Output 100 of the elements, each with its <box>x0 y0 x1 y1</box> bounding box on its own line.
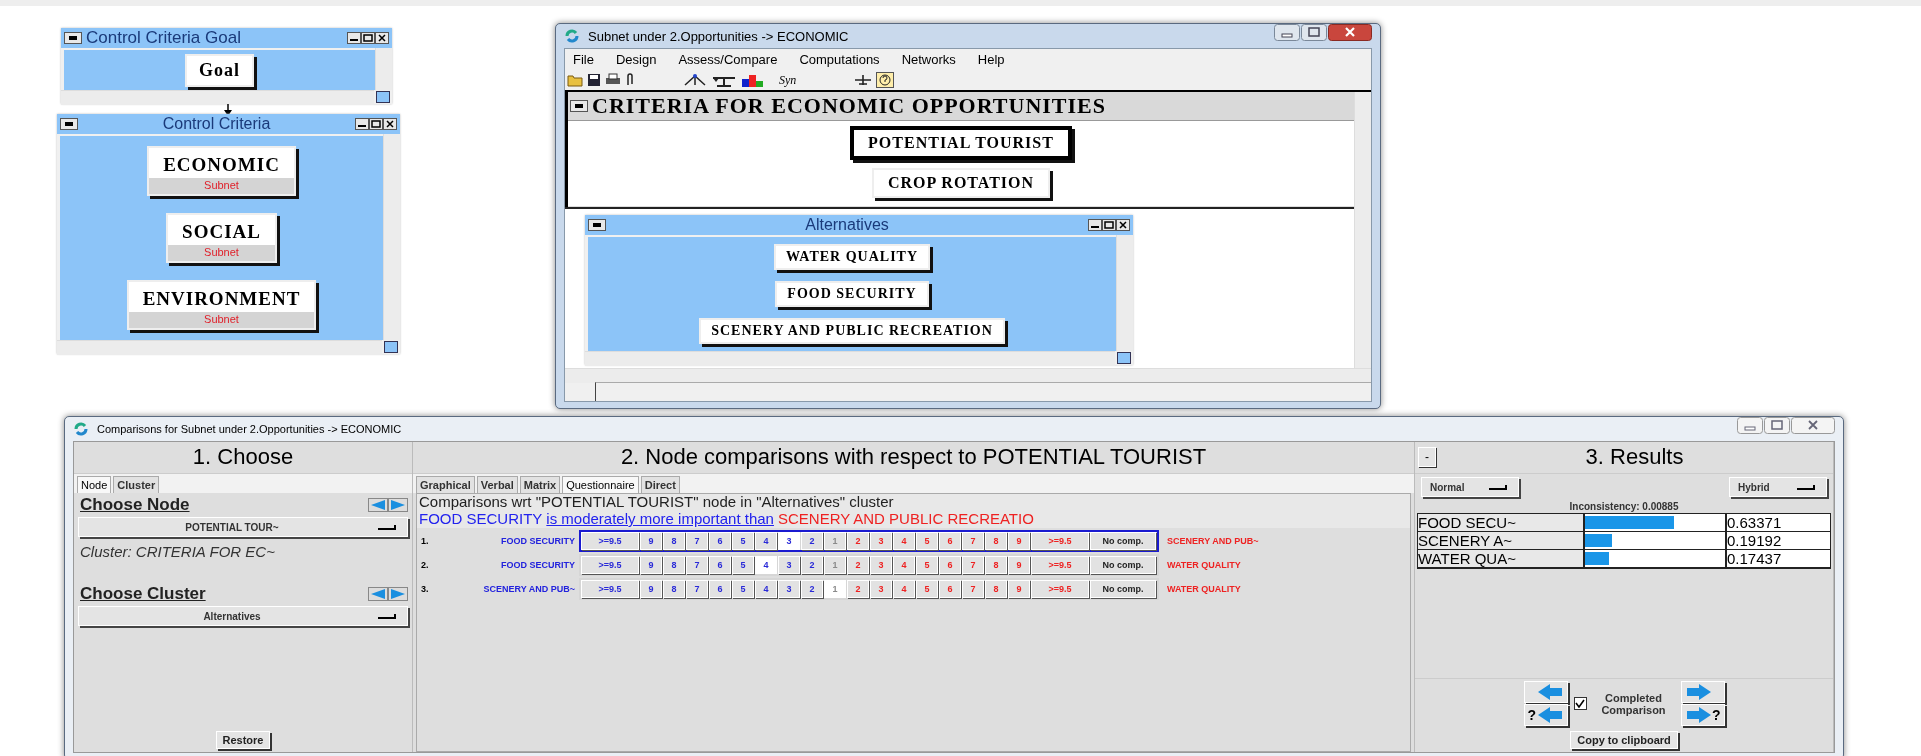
node-button[interactable]: CROP ROTATION <box>871 168 1051 198</box>
scale-cell[interactable]: 3 <box>778 580 800 598</box>
scale-cell[interactable]: >=9.5 <box>581 556 639 574</box>
scale-cell[interactable]: 2 <box>801 580 823 598</box>
checkmark-icon <box>1575 699 1585 708</box>
system-menu-icon[interactable] <box>588 219 606 231</box>
close-icon[interactable] <box>375 32 389 44</box>
close-icon[interactable] <box>1328 24 1372 41</box>
right-arrow-icon[interactable] <box>388 587 408 601</box>
node-button[interactable]: ECONOMIC Subnet <box>147 146 296 197</box>
scale-cell[interactable]: 1 <box>824 580 846 598</box>
tab[interactable]: Verbal <box>476 476 518 493</box>
arrow-button[interactable] <box>1680 681 1725 703</box>
maximize-icon[interactable] <box>1102 219 1116 231</box>
scale-cell[interactable]: 7 <box>686 556 708 574</box>
scale-cell[interactable]: 7 <box>686 580 708 598</box>
scale-cell[interactable]: 8 <box>663 580 685 598</box>
help-icon[interactable] <box>876 72 895 88</box>
tab[interactable]: Node <box>77 476 112 493</box>
dropdown[interactable]: Hybrid <box>1729 477 1827 497</box>
close-icon[interactable] <box>383 118 397 130</box>
dropdown[interactable]: Alternatives <box>78 606 408 626</box>
scale-cell[interactable]: 8 <box>663 532 685 550</box>
dropdown[interactable]: POTENTIAL TOUR~ <box>78 517 408 537</box>
close-icon[interactable] <box>1116 219 1130 231</box>
table-cell: SCENERY A~ <box>1418 532 1585 549</box>
minimize-icon[interactable] <box>355 118 369 130</box>
restore-button[interactable]: Restore <box>215 731 271 749</box>
maximize-icon[interactable] <box>369 118 383 130</box>
no-comparison-button[interactable]: No comp. <box>1090 532 1156 550</box>
left-arrow-icon[interactable] <box>368 587 388 601</box>
table-cell: FOOD SECU~ <box>1418 514 1585 531</box>
scale-cell[interactable]: 7 <box>686 532 708 550</box>
dropdown[interactable]: Normal <box>1421 477 1519 497</box>
system-menu-icon[interactable] <box>64 32 82 44</box>
minimize-icon[interactable] <box>347 32 361 44</box>
scale-cell[interactable]: 2 <box>801 556 823 574</box>
tab[interactable]: Matrix <box>519 476 561 493</box>
scale-cell[interactable]: 4 <box>755 556 777 574</box>
network-icon[interactable] <box>683 73 707 87</box>
bar-chart-icon[interactable] <box>741 73 765 87</box>
scale-cell[interactable]: 4 <box>755 580 777 598</box>
folder-icon[interactable] <box>567 73 583 87</box>
node-button[interactable]: SOCIAL Subnet <box>166 213 277 263</box>
resize-grip[interactable] <box>384 341 398 353</box>
checkbox[interactable] <box>1573 697 1587 710</box>
system-menu-icon[interactable] <box>60 118 78 130</box>
resize-grip[interactable] <box>1117 352 1131 364</box>
node-button[interactable]: Goal <box>185 53 254 87</box>
scale-cell[interactable]: >=9.5 <box>581 580 639 598</box>
menu-item[interactable]: Computations <box>799 52 880 67</box>
scale-cell[interactable]: 5 <box>732 556 754 574</box>
scale-cell[interactable]: 6 <box>709 532 731 550</box>
system-menu-icon[interactable] <box>570 100 588 112</box>
help-arrow-button[interactable]: ? <box>1523 704 1568 726</box>
right-arrow-icon[interactable] <box>388 498 408 512</box>
scale-cell[interactable]: 9 <box>640 556 662 574</box>
scale-cell[interactable]: 3 <box>778 556 800 574</box>
minimize-icon[interactable] <box>1088 219 1102 231</box>
menu-item[interactable]: Help <box>977 52 1005 67</box>
airplane-icon[interactable] <box>854 73 873 87</box>
scale-cell[interactable]: 2 <box>801 532 823 550</box>
node-button[interactable]: WATER QUALITY <box>773 244 931 271</box>
scale-cell[interactable]: 3 <box>778 532 800 550</box>
save-icon[interactable] <box>587 73 601 87</box>
tab[interactable]: Questionnaire <box>562 476 639 493</box>
scale-cell[interactable]: 4 <box>755 532 777 550</box>
scale-cell[interactable]: >=9.5 <box>581 532 639 550</box>
menu-item[interactable]: Networks <box>901 52 956 67</box>
menu-item[interactable]: Design <box>615 52 657 67</box>
maximize-icon[interactable] <box>361 32 375 44</box>
node-button[interactable]: SCENERY AND PUBLIC RECREATION <box>699 317 1005 344</box>
tab[interactable]: Graphical <box>416 476 475 493</box>
no-comparison-button[interactable]: No comp. <box>1090 556 1156 574</box>
scale-cell[interactable]: 5 <box>732 532 754 550</box>
scale-cell[interactable]: 8 <box>663 556 685 574</box>
menu-item[interactable]: Assess/Compare <box>678 52 778 67</box>
left-arrow-icon[interactable] <box>368 498 388 512</box>
node-button[interactable]: ENVIRONMENT Subnet <box>126 279 317 330</box>
paperclip-icon[interactable] <box>625 73 635 87</box>
menu-item[interactable]: File <box>573 52 594 67</box>
resize-grip[interactable] <box>376 91 390 103</box>
collapse-button[interactable]: - <box>1418 447 1436 467</box>
tab[interactable]: Cluster <box>113 476 160 493</box>
node-button[interactable]: FOOD SECURITY <box>775 281 929 307</box>
arrow-button[interactable] <box>1523 681 1568 703</box>
no-comparison-button[interactable]: No comp. <box>1090 580 1156 598</box>
copy-button[interactable]: Copy to clipboard <box>1570 731 1678 749</box>
help-arrow-button[interactable]: ? <box>1680 704 1725 726</box>
node-button[interactable]: POTENTIAL TOURIST <box>850 126 1072 160</box>
row-number: 3. <box>420 584 430 594</box>
scale-cell[interactable]: 5 <box>732 580 754 598</box>
printer-icon[interactable] <box>605 73 621 87</box>
scale-cell[interactable]: 9 <box>640 580 662 598</box>
scale-cell[interactable]: 6 <box>709 580 731 598</box>
scale-cell[interactable]: 6 <box>709 556 731 574</box>
verdict-link[interactable]: is moderately more important than <box>546 510 774 527</box>
toolbar-button[interactable]: Syn <box>769 72 807 88</box>
tab[interactable]: Direct <box>640 476 680 493</box>
scale-cell[interactable]: 9 <box>640 532 662 550</box>
